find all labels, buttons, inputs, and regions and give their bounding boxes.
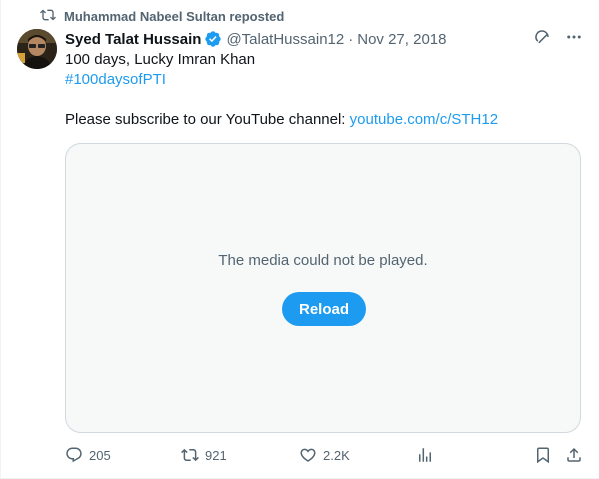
tweet-text-line: 100 days, Lucky Imran Khan	[65, 51, 256, 68]
repost-count: 921	[205, 447, 227, 463]
author-name[interactable]: Syed Talat Hussain	[65, 31, 201, 48]
bookmark-icon	[537, 447, 549, 464]
media-container: The media could not be played. Reload	[65, 143, 581, 433]
subscribe-text: Please subscribe to our YouTube channel:	[65, 111, 350, 128]
tweet-header: Syed Talat Hussain @TalatHussain12 · Nov…	[65, 29, 529, 49]
subscribe-paragraph: Please subscribe to our YouTube channel:…	[65, 110, 498, 130]
repost-label: Muhammad Nabeel Sultan reposted	[64, 8, 285, 24]
verified-badge-icon	[205, 31, 222, 47]
heart-icon	[300, 448, 316, 462]
share-action[interactable]	[565, 446, 583, 464]
share-icon	[567, 447, 581, 462]
repost-action-icon	[181, 448, 199, 462]
avatar-photo	[17, 29, 57, 69]
repost-action[interactable]: 921	[181, 446, 227, 464]
avatar[interactable]	[17, 29, 57, 69]
like-action[interactable]: 2.2K	[299, 446, 350, 464]
views-action[interactable]	[416, 446, 434, 464]
tweet-date[interactable]: Nov 27, 2018	[357, 31, 446, 48]
like-count: 2.2K	[323, 447, 350, 463]
bookmark-action[interactable]	[534, 446, 552, 464]
reply-action[interactable]: 205	[65, 446, 111, 464]
separator: ·	[348, 30, 354, 48]
header-actions	[533, 28, 583, 51]
repost-icon	[40, 7, 56, 26]
reply-count: 205	[89, 447, 111, 463]
author-handle[interactable]: @TalatHussain12	[226, 31, 344, 48]
grok-icon[interactable]	[533, 28, 551, 51]
views-chart-icon	[419, 448, 431, 462]
media-error-message: The media could not be played.	[218, 252, 428, 269]
left-border	[0, 0, 1, 479]
repost-context[interactable]: Muhammad Nabeel Sultan reposted	[40, 7, 284, 25]
hashtag-link[interactable]: #100daysofPTI	[65, 70, 166, 90]
youtube-link[interactable]: youtube.com/c/STH12	[350, 111, 498, 128]
more-options-icon[interactable]	[565, 28, 583, 51]
reload-button[interactable]: Reload	[282, 292, 366, 326]
reply-icon	[66, 447, 82, 463]
tweet-action-bar: 205 921 2.2K	[65, 446, 583, 468]
